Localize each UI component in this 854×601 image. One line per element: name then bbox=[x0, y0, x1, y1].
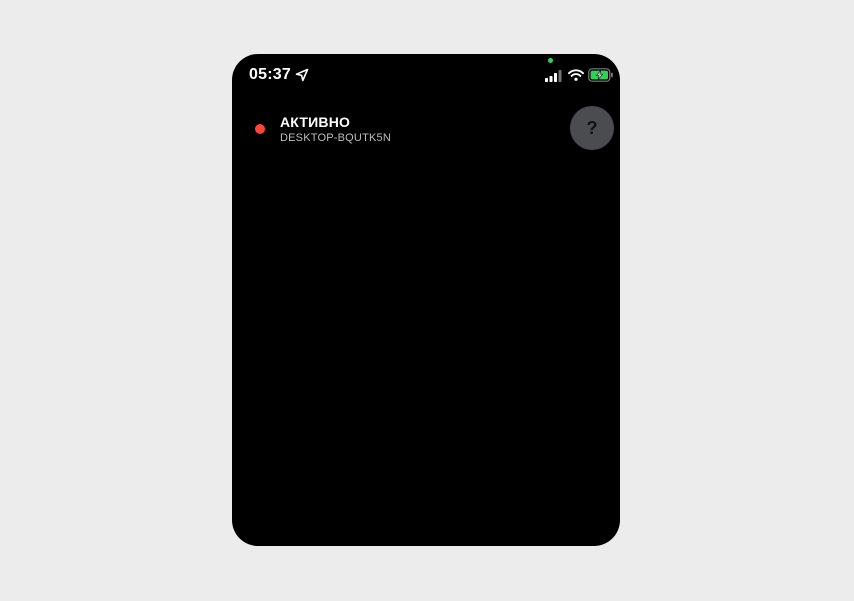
cellular-signal-icon bbox=[545, 70, 562, 82]
session-item: АКТИВНО DESKTOP-BQUTK5N bbox=[252, 114, 552, 150]
location-arrow-icon bbox=[295, 68, 309, 82]
help-button[interactable]: ? bbox=[570, 106, 614, 150]
wifi-icon bbox=[568, 69, 584, 81]
help-question-icon: ? bbox=[586, 117, 598, 138]
status-time: 05:37 bbox=[249, 66, 291, 83]
status-bar: 05:37 bbox=[232, 54, 620, 98]
phone-screen: 05:37 АКТИВНО DESKTOP-BQUTK5N ? bbox=[232, 54, 620, 546]
status-indicator-dot bbox=[255, 124, 265, 134]
camera-indicator-dot bbox=[548, 58, 553, 63]
session-device-name: DESKTOP-BQUTK5N bbox=[280, 132, 391, 144]
battery-charging-icon bbox=[588, 68, 613, 82]
session-status-label: АКТИВНО bbox=[280, 114, 351, 130]
